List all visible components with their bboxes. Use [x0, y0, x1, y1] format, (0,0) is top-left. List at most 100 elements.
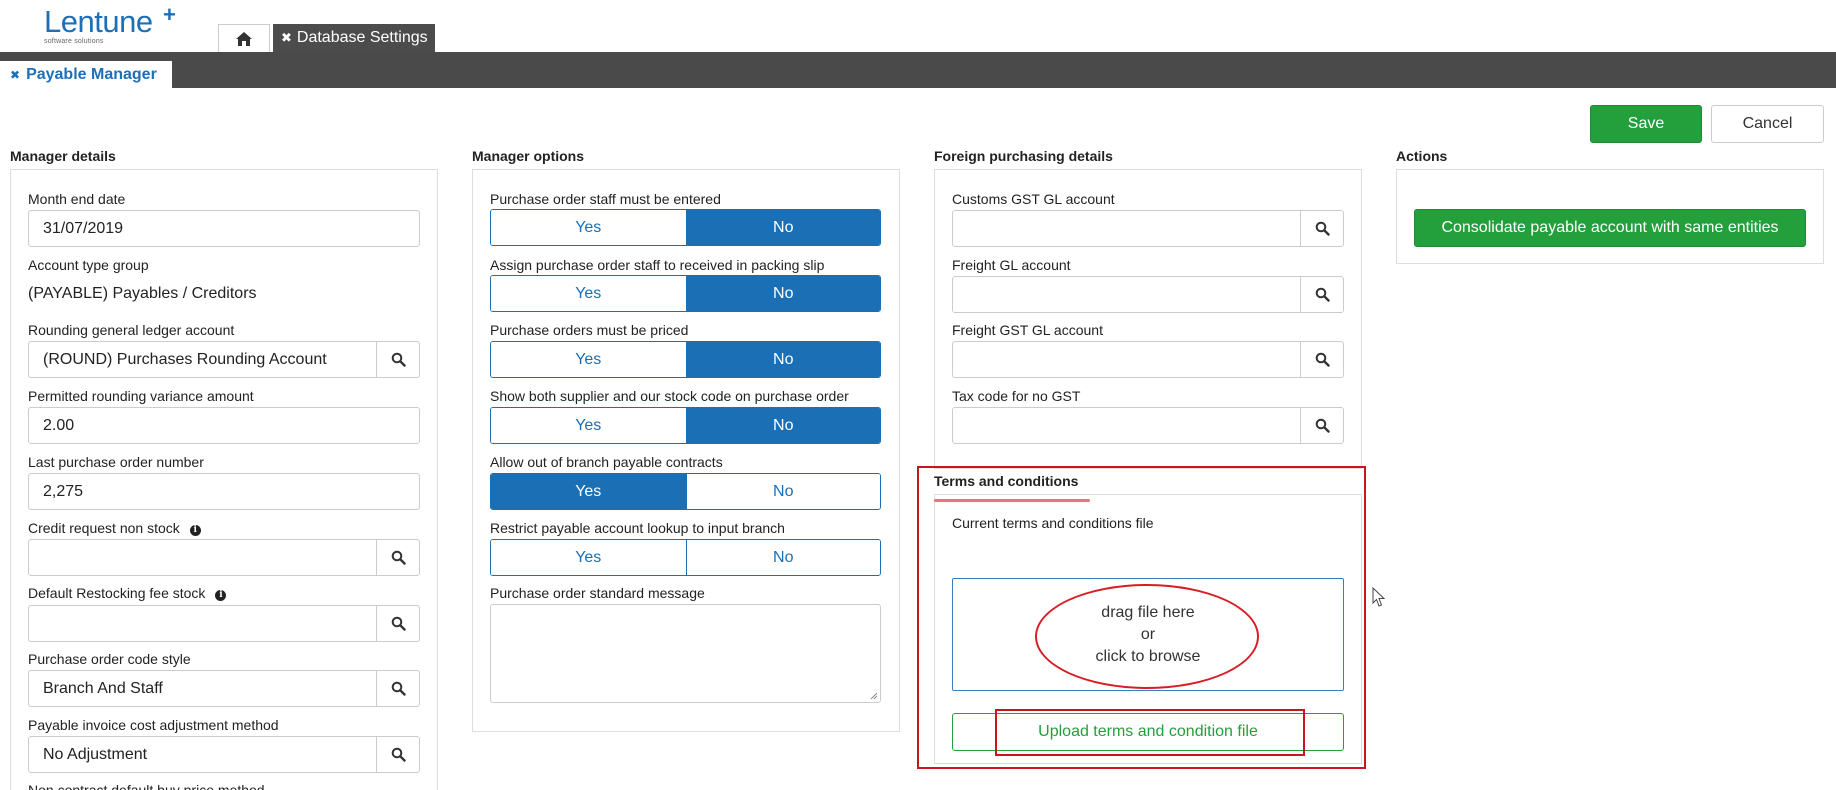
tab-database-settings[interactable]: ✖ Database Settings — [273, 24, 435, 52]
cost-adjustment-label: Payable invoice cost adjustment method — [28, 717, 279, 733]
yes-option[interactable]: Yes — [491, 408, 686, 443]
restocking-label-text: Default Restocking fee stock — [28, 585, 206, 601]
option-assign-staff-toggle: Yes No — [490, 275, 881, 312]
yes-option[interactable]: Yes — [491, 540, 686, 575]
option-out-of-branch-toggle: Yes No — [490, 473, 881, 510]
search-icon — [391, 352, 406, 367]
search-button[interactable] — [1300, 408, 1343, 443]
no-option[interactable]: No — [685, 276, 880, 311]
search-button[interactable] — [1300, 342, 1343, 377]
credit-request-lookup[interactable] — [28, 539, 420, 576]
last-po-input[interactable]: 2,275 — [28, 473, 420, 510]
manager-details-title: Manager details — [10, 148, 116, 164]
yes-option[interactable]: Yes — [491, 342, 686, 377]
cost-adjustment-value: No Adjustment — [43, 745, 148, 763]
restocking-label: Default Restocking fee stock i — [28, 585, 227, 601]
tax-code-value — [953, 408, 1300, 443]
search-button[interactable] — [376, 671, 419, 706]
option-stock-code-toggle: Yes No — [490, 407, 881, 444]
tab-database-settings-label: Database Settings — [296, 29, 428, 46]
tab-payable-manager-label: Payable Manager — [26, 65, 157, 83]
option-priced-label: Purchase orders must be priced — [490, 322, 689, 338]
no-option[interactable]: No — [685, 210, 880, 245]
customs-gst-label: Customs GST GL account — [952, 191, 1115, 207]
home-tab[interactable] — [218, 24, 270, 52]
tab-payable-manager[interactable]: ✖ Payable Manager — [0, 61, 172, 88]
rounding-label: Rounding general ledger account — [28, 322, 235, 338]
actions-title: Actions — [1396, 148, 1448, 164]
yes-option[interactable]: Yes — [491, 276, 686, 311]
account-type-value: (PAYABLE) Payables / Creditors — [28, 285, 257, 302]
credit-request-label: Credit request non stock i — [28, 520, 201, 536]
buy-price-method-label: Non contract default buy price method — [28, 782, 265, 790]
search-icon — [391, 681, 406, 696]
option-assign-staff-label: Assign purchase order staff to received … — [490, 257, 825, 273]
cost-adjustment-lookup[interactable]: No Adjustment — [28, 736, 420, 773]
restocking-lookup[interactable] — [28, 605, 420, 642]
option-restrict-lookup-toggle: Yes No — [490, 539, 881, 576]
option-po-staff-label: Purchase order staff must be entered — [490, 191, 721, 207]
account-type-label: Account type group — [28, 257, 149, 273]
po-code-style-label: Purchase order code style — [28, 651, 191, 667]
credit-request-value — [29, 540, 376, 575]
no-option[interactable]: No — [685, 342, 880, 377]
search-icon — [391, 747, 406, 762]
logo-name: Lentune — [44, 4, 153, 39]
po-code-style-value: Branch And Staff — [43, 679, 163, 697]
po-message-textarea[interactable] — [490, 604, 881, 703]
search-button[interactable] — [376, 342, 419, 377]
freight-gl-value — [953, 277, 1300, 312]
freight-gst-value — [953, 342, 1300, 377]
search-icon — [1315, 352, 1330, 367]
customs-gst-value — [953, 211, 1300, 246]
close-icon[interactable]: ✖ — [10, 68, 20, 82]
freight-gst-label: Freight GST GL account — [952, 322, 1103, 338]
po-code-style-lookup[interactable]: Branch And Staff — [28, 670, 420, 707]
search-button[interactable] — [376, 540, 419, 575]
annotation-upload-box — [995, 709, 1305, 756]
no-option[interactable]: No — [685, 408, 880, 443]
tab-bar — [0, 52, 1836, 88]
cancel-button[interactable]: Cancel — [1711, 105, 1824, 143]
no-option[interactable]: No — [685, 540, 880, 575]
foreign-purchasing-title: Foreign purchasing details — [934, 148, 1113, 164]
search-button[interactable] — [1300, 277, 1343, 312]
info-icon[interactable]: i — [215, 590, 227, 601]
freight-gl-lookup[interactable] — [952, 276, 1344, 313]
freight-gst-lookup[interactable] — [952, 341, 1344, 378]
search-icon — [1315, 221, 1330, 236]
home-icon — [236, 31, 252, 46]
search-button[interactable] — [376, 606, 419, 641]
close-icon[interactable]: ✖ — [281, 30, 292, 46]
search-icon — [391, 616, 406, 631]
no-option[interactable]: No — [685, 474, 880, 509]
variance-input[interactable]: 2.00 — [28, 407, 420, 444]
tax-code-label: Tax code for no GST — [952, 388, 1081, 404]
month-end-input[interactable]: 31/07/2019 — [28, 210, 420, 247]
rounding-lookup[interactable]: (ROUND) Purchases Rounding Account — [28, 341, 420, 378]
consolidate-button[interactable]: Consolidate payable account with same en… — [1414, 209, 1806, 247]
info-icon[interactable]: i — [189, 525, 201, 536]
tax-code-lookup[interactable] — [952, 407, 1344, 444]
customs-gst-lookup[interactable] — [952, 210, 1344, 247]
month-end-label: Month end date — [28, 191, 126, 207]
option-stock-code-label: Show both supplier and our stock code on… — [490, 388, 849, 404]
search-button[interactable] — [1300, 211, 1343, 246]
freight-gl-label: Freight GL account — [952, 257, 1071, 273]
search-button[interactable] — [376, 737, 419, 772]
lentune-logo[interactable]: Lentune + software solutions — [44, 2, 176, 46]
annotation-dropzone-ellipse — [1035, 584, 1259, 689]
logo-tagline: software solutions — [44, 38, 104, 45]
resize-grip-icon[interactable] — [870, 692, 878, 700]
last-po-label: Last purchase order number — [28, 454, 204, 470]
po-message-label: Purchase order standard message — [490, 585, 705, 601]
save-button[interactable]: Save — [1590, 105, 1702, 143]
option-priced-toggle: Yes No — [490, 341, 881, 378]
manager-options-title: Manager options — [472, 148, 585, 164]
rounding-value: (ROUND) Purchases Rounding Account — [43, 350, 327, 368]
yes-option[interactable]: Yes — [491, 210, 686, 245]
yes-option[interactable]: Yes — [491, 474, 686, 509]
search-icon — [1315, 418, 1330, 433]
restocking-value — [29, 606, 376, 641]
logo-plus-icon: + — [163, 2, 176, 27]
